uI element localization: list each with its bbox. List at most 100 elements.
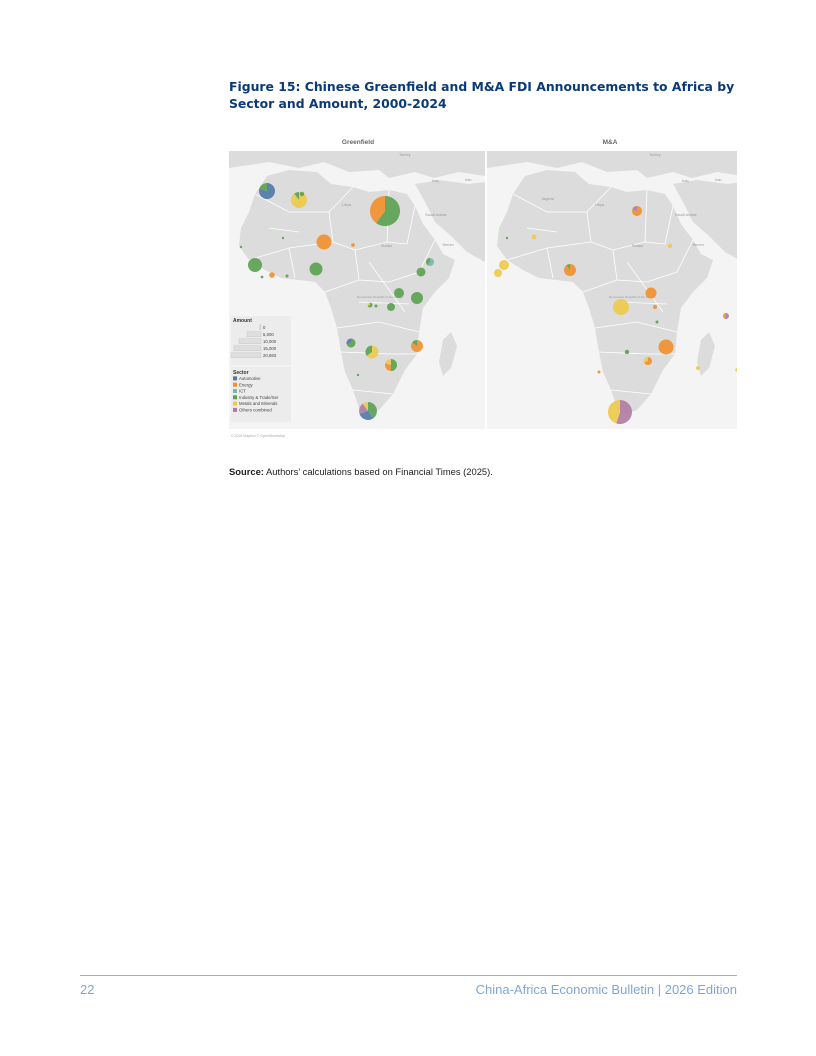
pie-marker xyxy=(356,373,360,377)
pie-marker xyxy=(426,258,434,266)
pie-marker xyxy=(385,359,397,371)
pie-marker xyxy=(259,183,275,199)
figure-title: Figure 15: Chinese Greenfield and M&A FD… xyxy=(229,79,735,111)
pie-marker xyxy=(416,267,426,277)
panel-title-ma: M&A xyxy=(603,139,618,146)
maps-svg: Greenfield M&A Turkey Iraq Iran Libya Sa… xyxy=(229,139,739,438)
pie-slice xyxy=(597,370,601,374)
pie-marker xyxy=(613,299,629,315)
legend-sector-swatch xyxy=(233,389,237,393)
pie-slice xyxy=(658,339,674,355)
pie-slice xyxy=(387,303,395,311)
label-turkey-ma: Turkey xyxy=(649,153,661,157)
pie-marker xyxy=(531,234,537,240)
source-text: Authors’ calculations based on Financial… xyxy=(266,466,493,477)
legend-sector-label: Others combined xyxy=(239,408,272,413)
pie-slice xyxy=(624,349,630,355)
label-saudi-arabia-ma: Saudi Arabia xyxy=(675,213,697,217)
pie-slice xyxy=(416,267,426,277)
legend-sector-swatch xyxy=(233,395,237,400)
pie-marker xyxy=(645,287,657,299)
pie-marker xyxy=(632,206,643,216)
legend: Amount 05,00010,00015,00020,683 Sector A… xyxy=(230,316,291,422)
label-yemen: Yemen xyxy=(442,243,454,247)
pie-slice xyxy=(645,287,657,299)
pie-marker xyxy=(411,292,423,304)
pie-slice xyxy=(309,262,323,276)
pie-slice xyxy=(505,236,509,240)
pie-slice xyxy=(285,274,289,278)
pie-marker xyxy=(346,338,356,348)
pie-slice xyxy=(655,320,659,324)
pie-marker xyxy=(696,366,700,370)
pie-slice xyxy=(248,258,262,272)
label-algeria-ma: Algeria xyxy=(542,197,555,201)
legend-sector-label: Industry & Trade/Ser xyxy=(239,395,279,400)
pie-marker xyxy=(291,192,307,208)
pie-slice xyxy=(299,191,305,197)
legend-amount-swatch xyxy=(230,352,262,359)
pie-marker xyxy=(281,236,285,240)
label-sudan: Sudan xyxy=(381,244,392,248)
label-turkey: Turkey xyxy=(399,153,411,157)
legend-sector-swatch xyxy=(233,401,237,406)
figure-maps: Greenfield M&A Turkey Iraq Iran Libya Sa… xyxy=(229,132,739,444)
label-sudan-ma: Sudan xyxy=(632,244,643,248)
pie-marker xyxy=(316,234,332,250)
pie-marker xyxy=(394,288,404,298)
pie-slice xyxy=(356,373,360,377)
pie-marker xyxy=(608,400,632,424)
pie-marker xyxy=(248,258,262,272)
pie-marker xyxy=(285,274,289,278)
legend-sector-label: Metals and Minerals xyxy=(239,401,277,406)
legend-sector-label: Automotive xyxy=(239,376,261,381)
pie-slice xyxy=(499,260,509,270)
label-libya-ma: Libya xyxy=(595,203,605,207)
legend-amount-label: 15,000 xyxy=(263,346,277,351)
pie-marker xyxy=(365,345,379,359)
legend-amount-swatch xyxy=(233,345,262,352)
label-iran-ma: Iran xyxy=(715,178,722,182)
pie-marker xyxy=(505,236,509,240)
pie-slice xyxy=(394,288,404,298)
label-iraq-ma: Iraq xyxy=(682,179,689,183)
pie-marker xyxy=(299,191,305,197)
pie-slice xyxy=(260,275,264,279)
pie-slice xyxy=(316,234,332,250)
legend-amount-label: 5,000 xyxy=(263,332,274,337)
pie-marker xyxy=(370,196,400,226)
pie-slice xyxy=(374,304,378,308)
legend-sector-swatch xyxy=(233,376,237,381)
pie-marker xyxy=(667,243,673,249)
label-saudi-arabia: Saudi Arabia xyxy=(425,213,447,217)
legend-amount-swatch xyxy=(259,324,262,331)
footer-separator: | xyxy=(657,982,662,997)
pie-marker xyxy=(624,349,630,355)
pie-marker xyxy=(260,275,264,279)
pie-slice xyxy=(239,245,243,249)
label-iran: Iran xyxy=(465,178,472,182)
legend-sector-swatch xyxy=(233,407,237,412)
pie-slice xyxy=(613,299,629,315)
pie-marker xyxy=(644,357,652,365)
pie-slice xyxy=(269,272,275,278)
edition-label: 2026 Edition xyxy=(664,982,737,997)
pie-slice xyxy=(281,236,285,240)
pie-slice xyxy=(653,305,657,309)
pie-marker xyxy=(269,272,275,278)
source-note: Source: Authors’ calculations based on F… xyxy=(229,466,493,477)
pie-marker xyxy=(653,305,657,309)
pie-marker xyxy=(239,245,243,249)
pie-slice xyxy=(531,234,537,240)
legend-amount-swatch xyxy=(246,331,262,338)
pie-slice xyxy=(411,292,423,304)
pie-slice xyxy=(351,243,355,247)
legend-amount-label: 10,000 xyxy=(263,339,277,344)
pie-marker xyxy=(597,370,601,374)
legend-sector-label: Energy xyxy=(239,382,253,387)
label-yemen-ma: Yemen xyxy=(692,243,704,247)
label-libya: Libya xyxy=(342,203,352,207)
panel-title-greenfield: Greenfield xyxy=(342,139,374,146)
page-number: 22 xyxy=(80,982,95,997)
publication-title: China-Africa Economic Bulletin xyxy=(475,982,655,997)
